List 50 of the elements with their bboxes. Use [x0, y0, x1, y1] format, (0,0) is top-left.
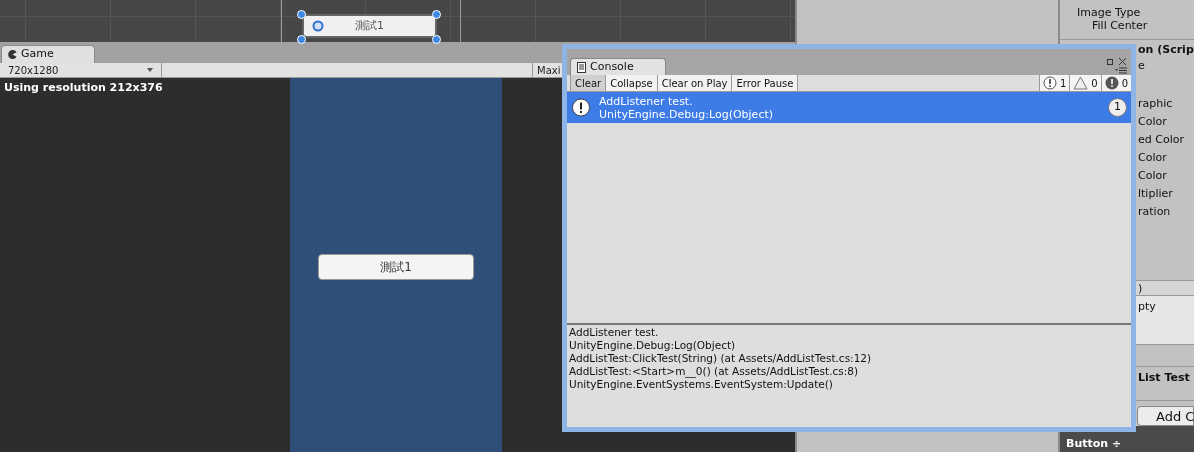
console-toolbar-button[interactable]: Clear [570, 75, 607, 91]
console-toolbar-button[interactable]: Clear on Play [657, 75, 733, 91]
log-entry-text: UnityEngine.Debug:Log(Object) [599, 107, 775, 121]
event-list-text: pty [1138, 300, 1156, 313]
maximize-button[interactable]: Maxi [533, 63, 562, 77]
property-label: ed Color [1138, 132, 1185, 148]
info-icon [571, 97, 591, 118]
game-tab[interactable]: Game [1, 45, 95, 63]
property-label: Color [1138, 168, 1168, 184]
resolution-text: Using resolution 212x376 [4, 80, 163, 96]
component-header: on (Scrip [1138, 42, 1194, 58]
log-entry[interactable]: AddListener test. UnityEngine.Debug:Log(Object) 1 [567, 92, 1131, 123]
stack-trace-line: UnityEngine.Debug:Log(Object) [569, 339, 737, 352]
resize-handle-icon[interactable] [432, 10, 441, 19]
log-counter-toggle[interactable]: 1 [1038, 75, 1070, 91]
document-icon [577, 61, 586, 73]
stack-trace-line: AddListener test. [569, 326, 660, 339]
add-component-button[interactable]: Add C [1137, 406, 1194, 426]
resize-handle-icon[interactable] [297, 35, 306, 44]
game-button[interactable]: 測試1 [318, 254, 474, 280]
property-label: ration [1138, 204, 1172, 220]
resize-handle-icon[interactable] [432, 35, 441, 44]
console-toolbar-button[interactable]: Collapse [606, 75, 658, 91]
maximize-icon[interactable] [1107, 58, 1113, 65]
inspector-label: Fill Center [1091, 18, 1149, 34]
log-counter-toggle[interactable]: 0 [1100, 75, 1131, 91]
property-label: Color [1138, 150, 1168, 166]
pacman-icon [8, 50, 17, 59]
pivot-icon [312, 20, 324, 32]
property-label: e [1138, 58, 1146, 74]
caret-icon [147, 68, 153, 72]
log-entry-text: AddListener test. [599, 94, 694, 108]
property-label: raphic [1138, 96, 1174, 112]
property-label: Color [1138, 114, 1168, 130]
selected-scene-button[interactable]: 測試1 [302, 14, 437, 38]
stack-trace-line: UnityEngine.EventSystems.EventSystem:Update() [569, 378, 834, 391]
close-icon[interactable] [1118, 57, 1127, 66]
console-toolbar-button[interactable]: Error Pause [732, 75, 799, 91]
info-icon [1042, 76, 1057, 90]
log-counter-toggle[interactable]: 0 [1069, 75, 1101, 91]
resize-handle-icon[interactable] [297, 10, 306, 19]
error-icon [1104, 76, 1119, 90]
resolution-dropdown[interactable]: 720x1280 [0, 63, 162, 77]
stack-trace-line: AddListTest:ClickTest(String) (at Assets/AddListTest.cs:12) [569, 352, 873, 365]
property-label: ltiplier [1138, 186, 1174, 202]
inspector-label: Image Type [1076, 5, 1142, 18]
log-count-badge: 1 [1108, 98, 1127, 117]
console-tab[interactable]: Console [570, 58, 666, 75]
stack-trace-line: AddListTest:<Start>m__0() (at Assets/AddListTest.cs:8) [569, 365, 860, 378]
menu-icon[interactable] [1115, 67, 1127, 74]
